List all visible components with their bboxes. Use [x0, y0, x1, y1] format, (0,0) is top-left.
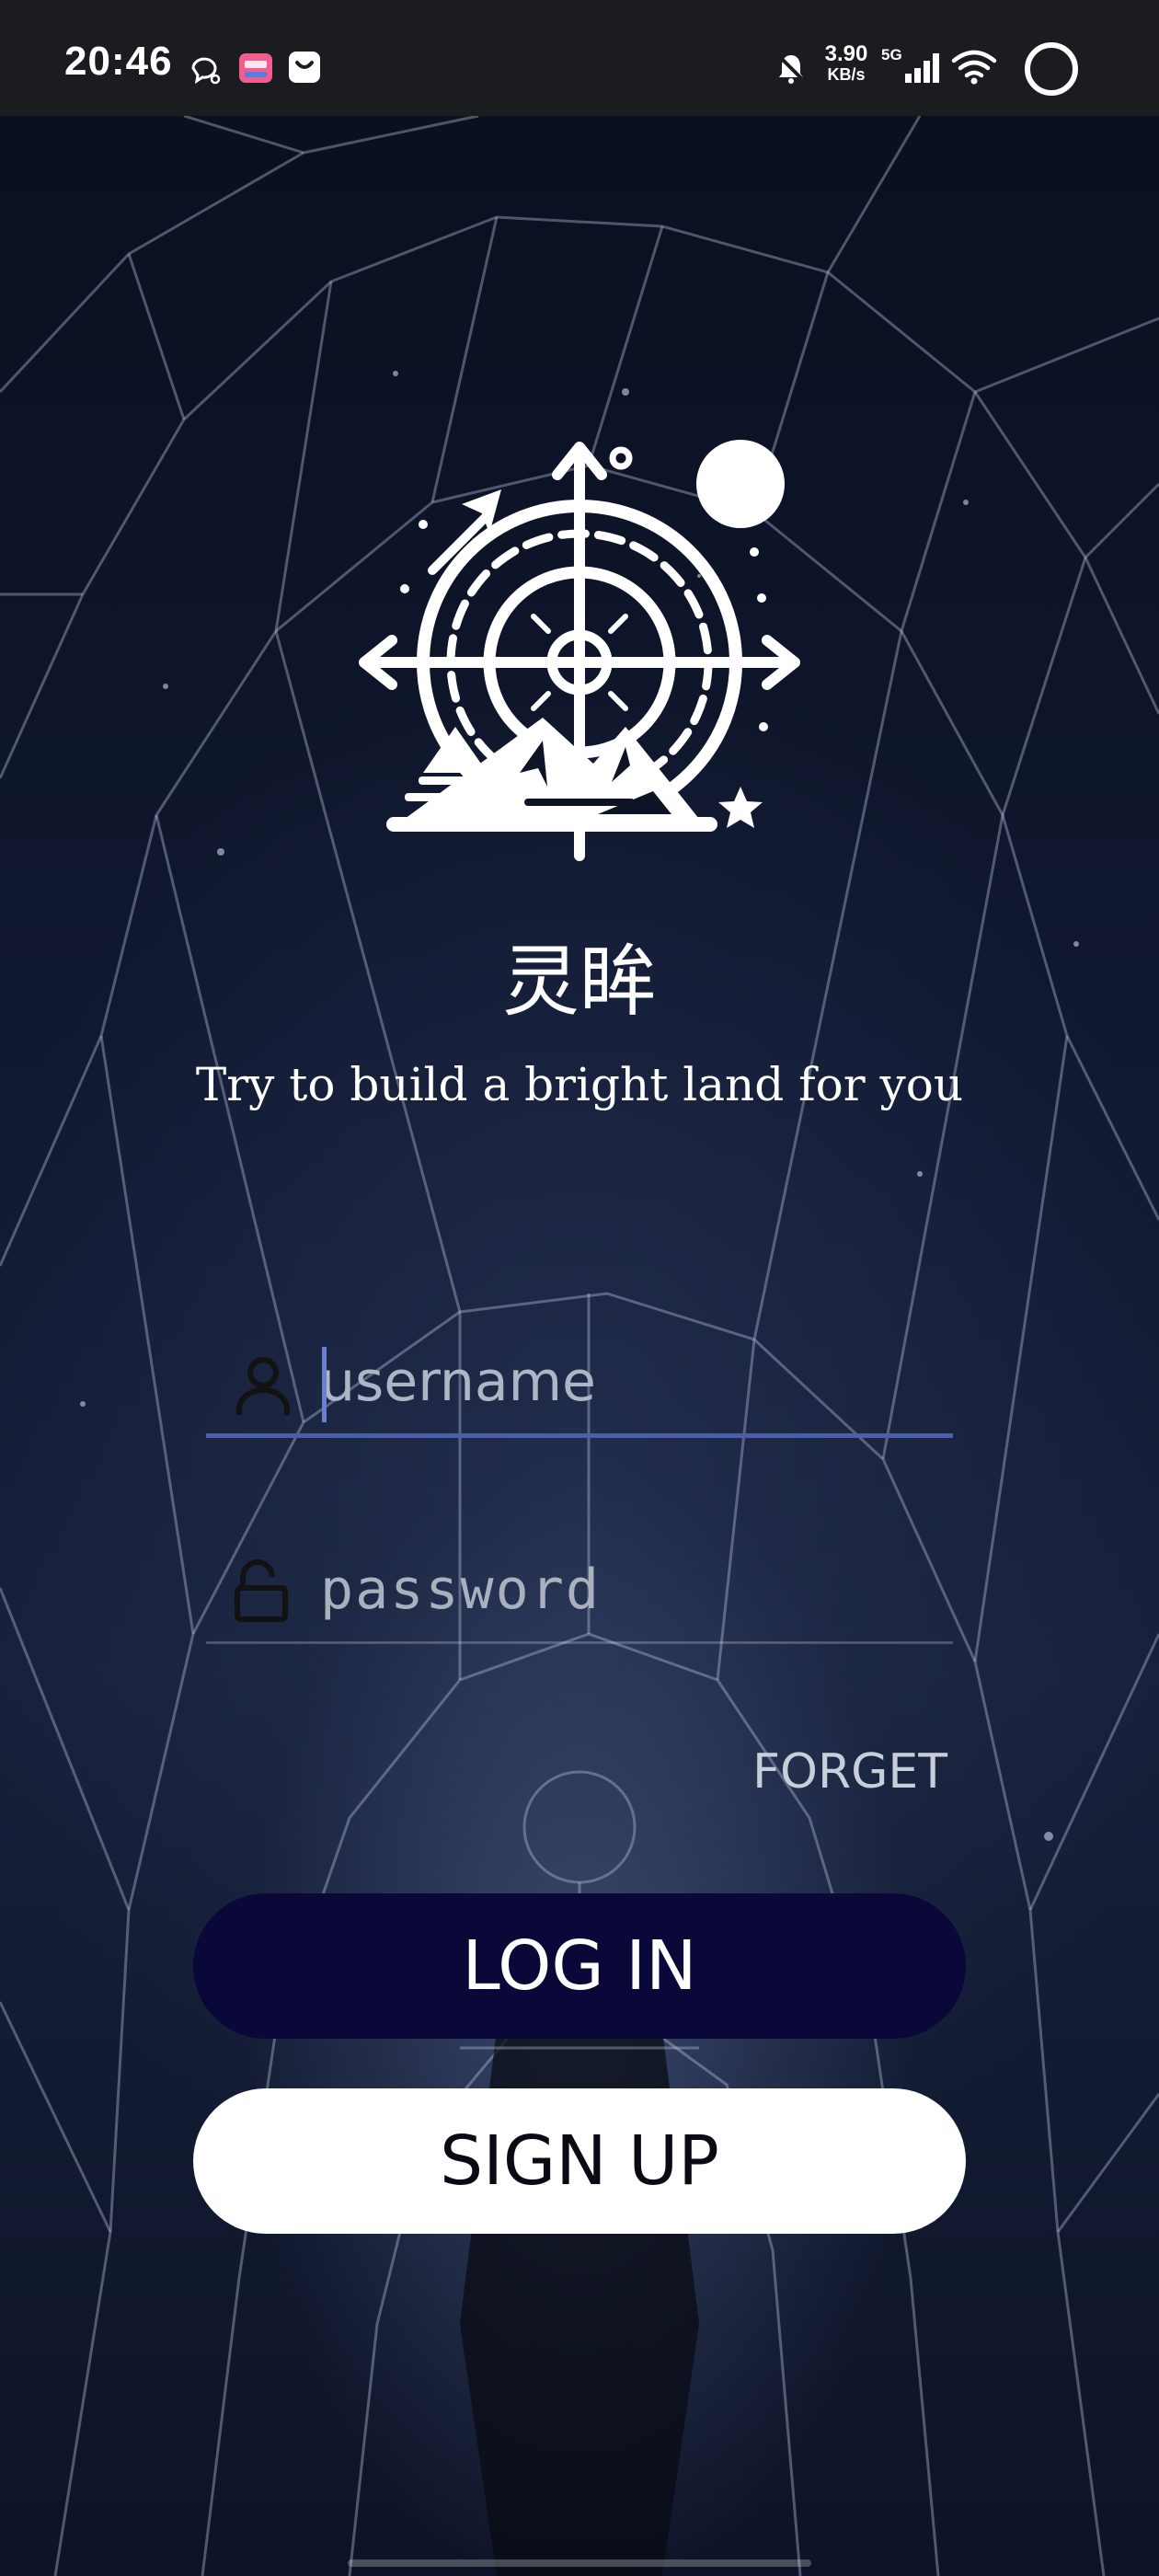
chat-bubble-icon	[191, 57, 221, 85]
app-name: 灵眸	[501, 937, 657, 1027]
network-speed-value: 3.90	[824, 41, 868, 66]
signal-icon	[905, 53, 939, 83]
username-input[interactable]	[320, 1345, 946, 1419]
wifi-icon	[951, 50, 997, 85]
network-speed: 3.90 KB/s	[819, 41, 874, 85]
unlock-icon	[235, 1559, 288, 1622]
login-screen: 20:46 3.90 KB/s 5G 灵眸 Try to build a bri…	[0, 0, 1159, 2576]
network-type: 5G	[881, 46, 902, 63]
compass-mountain-logo-icon	[359, 440, 800, 861]
password-field[interactable]	[206, 1540, 953, 1644]
signup-button[interactable]: SIGN UP	[193, 2088, 966, 2234]
shopping-bag-icon	[289, 52, 320, 83]
status-bar: 20:46 3.90 KB/s 5G	[0, 0, 1159, 116]
app-tagline: Try to build a bright land for you	[195, 1058, 964, 1111]
battery-ring-icon	[1025, 42, 1078, 96]
status-time: 20:46	[64, 39, 173, 84]
bilibili-icon	[239, 53, 272, 83]
login-button[interactable]: LOG IN	[193, 1893, 966, 2039]
password-input[interactable]	[320, 1553, 946, 1627]
username-field[interactable]	[206, 1332, 953, 1438]
user-icon	[236, 1357, 290, 1415]
silent-alarm-icon	[776, 53, 806, 84]
home-indicator[interactable]	[348, 2559, 811, 2567]
text-caret	[322, 1347, 327, 1422]
network-speed-unit: KB/s	[827, 65, 866, 84]
forget-password-link[interactable]: FORGET	[736, 1744, 947, 1800]
